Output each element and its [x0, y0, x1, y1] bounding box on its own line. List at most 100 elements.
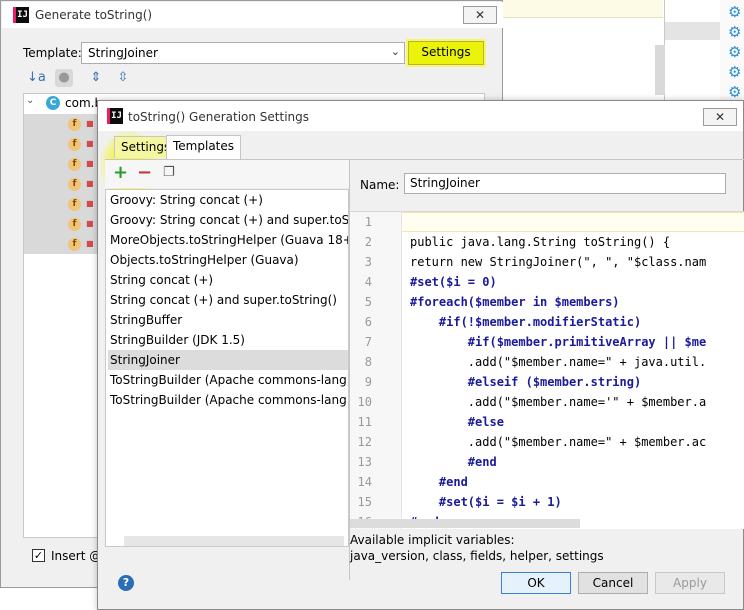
code-line: #if(!$member.modifierStatic) — [410, 315, 642, 329]
editor-horizontal-scrollbar[interactable] — [350, 519, 580, 528]
templates-list[interactable]: Groovy: String concat (+) Groovy: String… — [105, 189, 349, 547]
list-item[interactable]: Groovy: String concat (+) — [108, 190, 348, 210]
lock-icon: ■ — [86, 159, 94, 168]
list-item[interactable]: Objects.toStringHelper (Guava) — [108, 250, 348, 270]
code-line: #end — [410, 455, 497, 469]
lock-icon: ■ — [86, 199, 94, 208]
list-item[interactable]: Groovy: String concat (+) and super.toSt… — [108, 210, 348, 230]
gear-icon[interactable]: ⚙ — [728, 4, 744, 20]
field-icon: f — [68, 158, 81, 171]
expand-all-icon[interactable]: ⇕ — [87, 69, 105, 87]
line-number: 1 — [364, 215, 372, 229]
list-item[interactable]: ToStringBuilder (Apache commons-lang) — [108, 370, 348, 390]
apply-button[interactable]: Apply — [655, 572, 725, 594]
code-line: .add("$member.name='" + $member.a — [410, 395, 707, 409]
line-number: 15 — [357, 495, 372, 509]
list-item-selected[interactable]: StringJoiner — [108, 350, 348, 370]
gear-icon[interactable]: ⚙ — [728, 64, 744, 80]
generation-settings-dialog: IJ toString() Generation Settings ✕ Sett… — [97, 100, 744, 610]
dialog-title: Generate toString() — [35, 8, 153, 22]
ok-button[interactable]: OK — [501, 572, 571, 594]
settings-button[interactable]: Settings — [408, 41, 484, 65]
chevron-down-icon[interactable]: ⌄ — [26, 95, 34, 106]
line-number: 5 — [364, 295, 372, 309]
list-item[interactable]: StringBuffer — [108, 310, 348, 330]
code-line: .add("$member.name=" + $member.ac — [410, 435, 707, 449]
list-item[interactable]: String concat (+) — [108, 270, 348, 290]
line-number: 2 — [364, 235, 372, 249]
cancel-button[interactable]: Cancel — [578, 572, 648, 594]
background-scrollbar[interactable] — [655, 45, 665, 95]
code-line: public java.lang.String toString() { — [410, 235, 671, 249]
copy-icon[interactable]: ❐ — [163, 165, 175, 180]
list-item[interactable]: String concat (+) and super.toString() — [108, 290, 348, 310]
code-line: #elseif ($member.string) — [410, 375, 642, 389]
lock-icon: ■ — [86, 119, 94, 128]
dialog-title-bar: IJ toString() Generation Settings ✕ — [98, 101, 743, 131]
chevron-down-icon: ⌄ — [390, 45, 400, 58]
lock-icon: ■ — [86, 219, 94, 228]
code-line: #end — [410, 475, 468, 489]
line-number: 10 — [357, 395, 372, 409]
close-button[interactable]: ✕ — [703, 108, 737, 126]
list-item[interactable]: MoreObjects.toStringHelper (Guava 18+) — [108, 230, 348, 250]
line-number: 9 — [364, 375, 372, 389]
intellij-icon: IJ — [107, 108, 123, 124]
lock-icon: ■ — [86, 239, 94, 248]
dialog-title-bar: IJ Generate toString() ✕ — [2, 2, 503, 28]
gear-icon[interactable]: ⚙ — [728, 44, 744, 60]
intellij-icon: IJ — [13, 7, 29, 23]
code-line: #set($i = $i + 1) — [410, 495, 562, 509]
gear-icon[interactable]: ⚙ — [728, 84, 744, 100]
insert-annotation-checkbox[interactable]: ✓ — [32, 549, 45, 562]
line-number: 12 — [357, 435, 372, 449]
code-line: .add("$member.name=" + java.util. — [410, 355, 707, 369]
help-icon[interactable]: ? — [118, 575, 134, 591]
line-number: 8 — [364, 355, 372, 369]
dialog-title: toString() Generation Settings — [128, 110, 310, 124]
implicit-variables-heading: Available implicit variables: — [350, 533, 515, 547]
line-number: 7 — [364, 335, 372, 349]
field-icon: f — [68, 138, 81, 151]
template-select[interactable]: StringJoiner ⌄ — [81, 42, 405, 64]
filter-icon[interactable]: ● — [55, 69, 73, 87]
field-icon: f — [68, 238, 81, 251]
current-line-highlight — [350, 212, 744, 232]
templates-toolbar: + − ❐ — [105, 160, 349, 188]
template-code-editor[interactable]: 1 2 3 4 5 6 7 8 9 10 11 12 13 14 15 16 p… — [350, 211, 744, 529]
background-editor-bar — [503, 0, 663, 18]
implicit-variables-list: java_version, class, fields, helper, set… — [350, 549, 604, 563]
field-icon: f — [68, 198, 81, 211]
add-icon[interactable]: + — [113, 162, 128, 183]
line-number: 4 — [364, 275, 372, 289]
template-select-value: StringJoiner — [88, 46, 158, 60]
line-number: 14 — [357, 475, 372, 489]
insert-annotation-label: Insert @ — [51, 549, 102, 563]
collapse-all-icon[interactable]: ⇳ — [114, 69, 132, 87]
code-line: #else — [410, 415, 504, 429]
sort-alpha-icon[interactable]: ↓a — [27, 69, 46, 87]
remove-icon[interactable]: − — [137, 162, 152, 183]
code-line: #foreach($member in $members) — [410, 295, 620, 309]
template-label: Template: — [23, 46, 82, 60]
name-label: Name: — [360, 178, 400, 192]
list-horizontal-scrollbar[interactable] — [124, 536, 344, 546]
line-number: 3 — [364, 255, 372, 269]
code-line: return new StringJoiner(", ", "$class.na… — [410, 255, 707, 269]
code-line: #if($member.primitiveArray || $me — [410, 335, 707, 349]
line-number: 11 — [357, 415, 372, 429]
gear-icon[interactable]: ⚙ — [728, 24, 744, 40]
close-button[interactable]: ✕ — [463, 6, 497, 24]
class-icon: C — [46, 96, 60, 110]
field-icon: f — [68, 218, 81, 231]
field-icon: f — [68, 118, 81, 131]
line-number: 6 — [364, 315, 372, 329]
tab-templates[interactable]: Templates — [166, 135, 242, 159]
line-number: 13 — [357, 455, 372, 469]
lock-icon: ■ — [86, 179, 94, 188]
lock-icon: ■ — [86, 139, 94, 148]
name-input[interactable]: StringJoiner — [404, 173, 726, 194]
list-item[interactable]: StringBuilder (JDK 1.5) — [108, 330, 348, 350]
list-item[interactable]: ToStringBuilder (Apache commons-lang 3) — [108, 390, 348, 410]
code-line: #set($i = 0) — [410, 275, 497, 289]
